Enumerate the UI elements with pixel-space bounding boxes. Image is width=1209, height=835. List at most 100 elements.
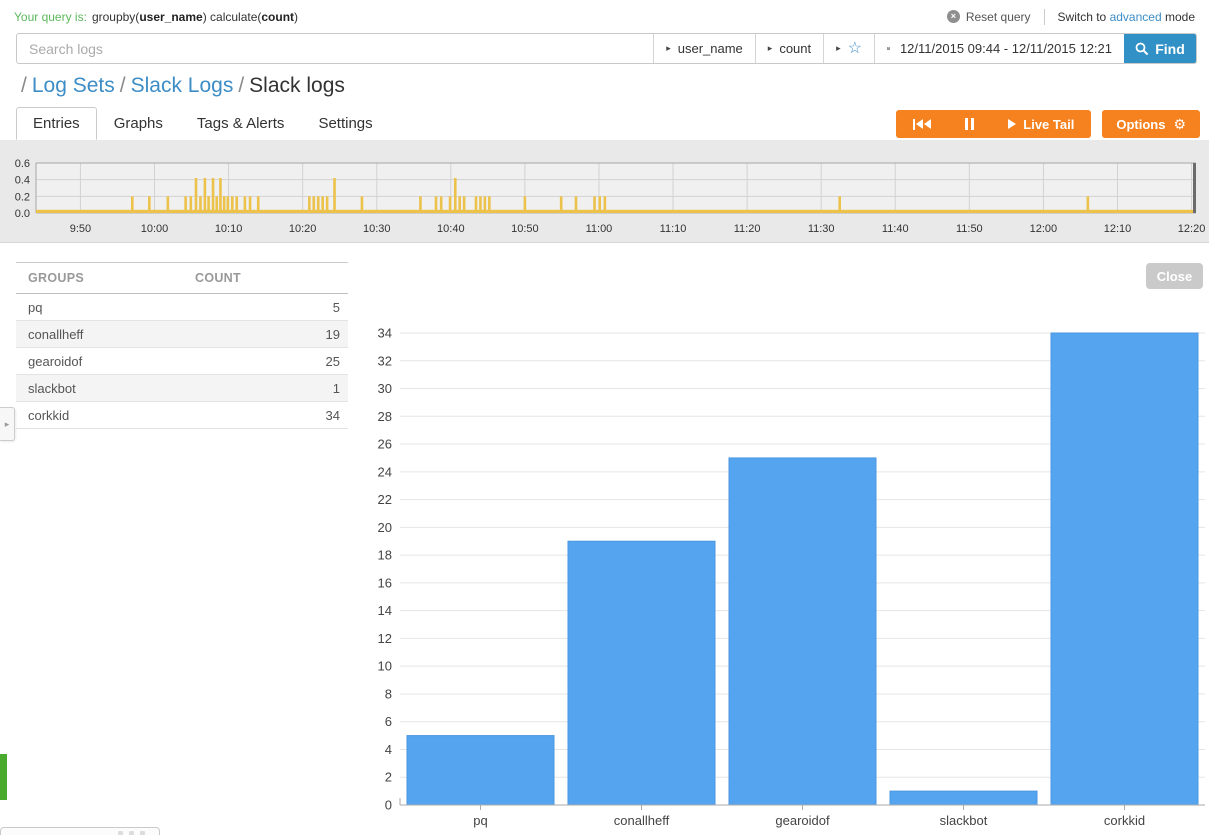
find-button[interactable]: Find [1124, 34, 1196, 63]
timeline-spike [204, 178, 207, 213]
pause-button[interactable] [948, 110, 991, 138]
star-icon[interactable]: ☆ [848, 41, 862, 57]
timeline-range-handle[interactable] [1193, 163, 1196, 213]
tab-graphs[interactable]: Graphs [97, 107, 180, 140]
close-button[interactable]: Close [1146, 263, 1203, 289]
svg-text:0.0: 0.0 [15, 208, 30, 220]
reset-icon: × [947, 10, 960, 23]
svg-text:10:40: 10:40 [437, 223, 465, 235]
tab-entries[interactable]: Entries [16, 107, 97, 140]
svg-text:2: 2 [385, 770, 392, 785]
timeline-spike [454, 178, 457, 213]
calculate-selector[interactable]: ▸ count [755, 34, 823, 63]
groupby-field-selector[interactable]: ▸ user_name [653, 34, 755, 63]
chevron-right-icon: ▸ [768, 43, 773, 54]
rewind-icon [913, 119, 931, 130]
timeline-chart[interactable]: 9:5010:0010:1010:2010:3010:4010:5011:001… [0, 140, 1209, 243]
svg-text:30: 30 [378, 381, 392, 396]
svg-text:10:20: 10:20 [289, 223, 317, 235]
bar-corkkid[interactable] [1051, 333, 1198, 805]
svg-text:12:20: 12:20 [1178, 223, 1206, 235]
svg-text:11:00: 11:00 [586, 223, 613, 235]
timeline-svg: 9:5010:0010:1010:2010:3010:4010:5011:001… [0, 140, 1209, 243]
bar-gearoidof[interactable] [729, 458, 876, 805]
tab-tags-alerts[interactable]: Tags & Alerts [180, 107, 302, 140]
svg-text:4: 4 [385, 742, 392, 757]
svg-text:12: 12 [378, 631, 392, 646]
group-count: 5 [195, 300, 348, 315]
divider [1044, 9, 1045, 25]
chevron-right-icon: ▸ [666, 43, 671, 54]
skip-to-start-button[interactable] [896, 110, 948, 138]
popup-icon [118, 831, 123, 835]
tab-settings[interactable]: Settings [301, 107, 389, 140]
breadcrumb-separator: / [120, 74, 126, 97]
date-range-picker[interactable]: 12/11/2015 09:44 - 12/11/2015 12:21 [874, 34, 1124, 63]
gear-icon: ⚙ [1173, 116, 1186, 133]
group-name: conallheff [16, 327, 195, 342]
table-row-conallheff[interactable]: conallheff19 [16, 321, 348, 348]
table-row-pq[interactable]: pq5 [16, 294, 348, 321]
chevron-right-icon: ▸ [836, 43, 841, 54]
switch-prefix: Switch to [1058, 10, 1107, 24]
group-count: 34 [195, 408, 348, 423]
query-part: groupby( [92, 10, 139, 24]
breadcrumb-item-slack-logs: Slack logs [249, 74, 345, 97]
tab-row: EntriesGraphsTags & AlertsSettings Live … [0, 106, 1209, 140]
svg-text:9:50: 9:50 [70, 223, 91, 235]
live-tail-button[interactable]: Live Tail [991, 110, 1091, 138]
groups-table: GROUPS COUNT pq5conallheff19gearoidof25s… [16, 262, 348, 429]
breadcrumb-item-log-sets[interactable]: Log Sets [32, 74, 115, 97]
svg-text:10:50: 10:50 [511, 223, 539, 235]
bar-chart-svg: 0246810121416182022242628303234pqconallh… [365, 315, 1209, 835]
query-bar: Your query is:groupby(user_name) calcula… [0, 0, 1209, 33]
sidebar-collapse-toggle[interactable]: ▸ [0, 407, 15, 441]
query-part: count [261, 10, 294, 24]
group-name: slackbot [16, 381, 195, 396]
query-expression: Your query is:groupby(user_name) calcula… [14, 10, 298, 24]
favorite-query-control[interactable]: ▸ ☆ [823, 34, 874, 63]
svg-text:0.4: 0.4 [15, 175, 30, 187]
popup-icon [129, 831, 134, 835]
chevron-right-icon: ▸ [5, 419, 10, 430]
query-part: ) [294, 10, 298, 24]
app-root: Your query is:groupby(user_name) calcula… [0, 0, 1209, 835]
bar-pq[interactable] [407, 736, 554, 805]
group-count: 19 [195, 327, 348, 342]
options-button[interactable]: Options ⚙ [1102, 110, 1200, 138]
popup-icon [140, 831, 145, 835]
svg-text:0.6: 0.6 [15, 158, 30, 170]
query-prefix-label: Your query is: [14, 10, 87, 24]
svg-text:20: 20 [378, 520, 392, 535]
svg-text:0: 0 [385, 798, 392, 813]
feedback-tab[interactable] [0, 754, 7, 800]
svg-text:0.2: 0.2 [15, 191, 30, 203]
svg-text:11:40: 11:40 [882, 223, 909, 235]
advanced-mode-link[interactable]: advanced [1110, 10, 1162, 24]
svg-text:16: 16 [378, 575, 392, 590]
timeline-spike [219, 178, 222, 213]
switch-mode-link[interactable]: Switch to advanced mode [1058, 10, 1195, 24]
svg-text:11:30: 11:30 [808, 223, 835, 235]
hidden-bottom-popup[interactable] [0, 827, 160, 835]
search-input[interactable] [17, 34, 653, 63]
svg-text:10:30: 10:30 [363, 223, 391, 235]
svg-text:corkkid: corkkid [1104, 813, 1145, 828]
switch-suffix: mode [1165, 10, 1195, 24]
svg-text:11:50: 11:50 [956, 223, 983, 235]
bar-slackbot[interactable] [890, 791, 1037, 805]
svg-text:12:10: 12:10 [1104, 223, 1132, 235]
reset-query-button[interactable]: × Reset query [947, 10, 1031, 24]
table-row-corkkid[interactable]: corkkid34 [16, 402, 348, 429]
query-part: user_name [139, 10, 202, 24]
timeline-spike [212, 178, 215, 213]
breadcrumb-item-slack-logs[interactable]: Slack Logs [131, 74, 234, 97]
bar-conallheff[interactable] [568, 541, 715, 805]
breadcrumb-separator: / [238, 74, 244, 97]
table-row-slackbot[interactable]: slackbot1 [16, 375, 348, 402]
table-row-gearoidof[interactable]: gearoidof25 [16, 348, 348, 375]
table-header: GROUPS COUNT [16, 262, 348, 294]
timeline-spike [195, 178, 198, 213]
svg-text:22: 22 [378, 492, 392, 507]
svg-text:26: 26 [378, 437, 392, 452]
